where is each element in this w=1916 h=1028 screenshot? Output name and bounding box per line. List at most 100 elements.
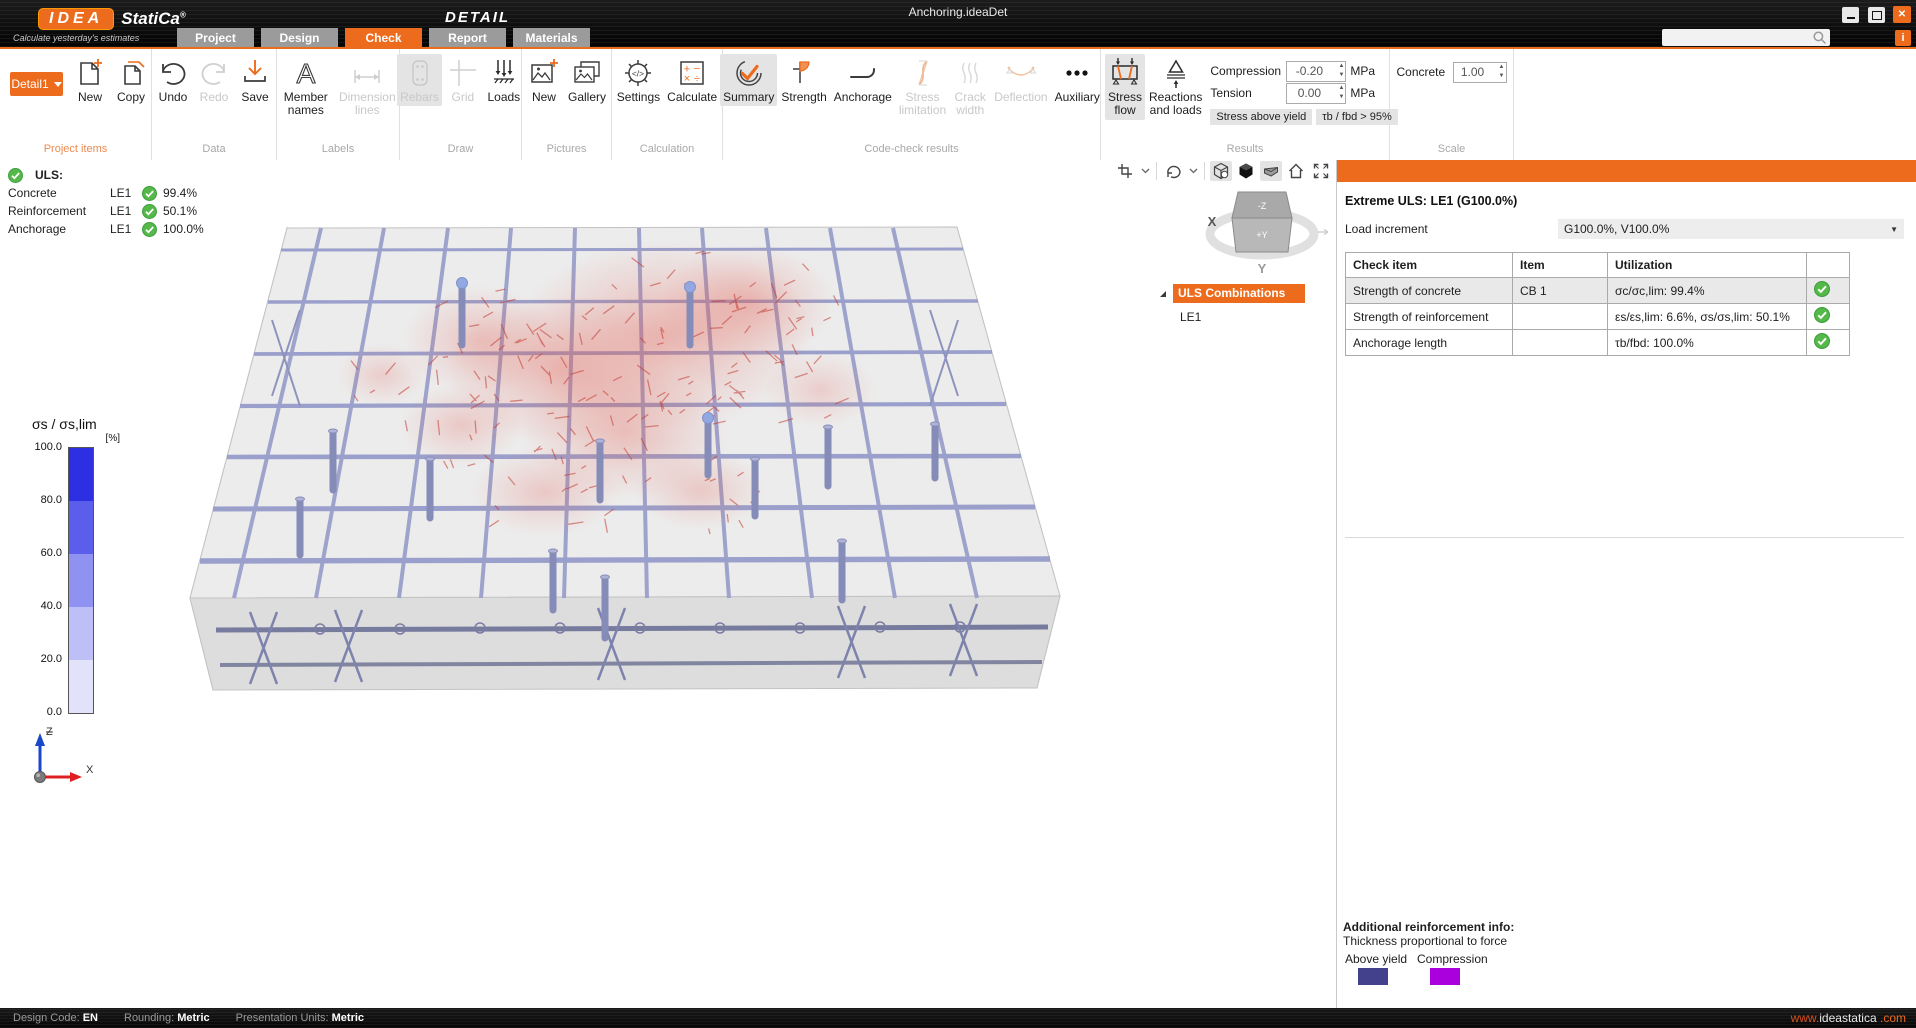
- compression-input[interactable]: [1287, 62, 1331, 81]
- member-names-button[interactable]: A Member names: [277, 54, 335, 120]
- tree-root-row[interactable]: ULS Combinations: [1158, 284, 1305, 303]
- cell-check-item: Anchorage length: [1346, 330, 1513, 356]
- reactions-button[interactable]: Reactions and loads: [1146, 54, 1205, 120]
- stress-above-yield-toggle[interactable]: Stress above yield: [1210, 109, 1312, 125]
- crop-icon: [1116, 162, 1134, 180]
- gallery-button[interactable]: Gallery: [565, 54, 609, 106]
- spinner-up-icon[interactable]: ▲: [1499, 63, 1505, 72]
- tab-check[interactable]: Check: [345, 28, 422, 47]
- tab-materials[interactable]: Materials: [513, 28, 590, 47]
- crack-width-button[interactable]: Crack width: [950, 54, 990, 120]
- ribbon-group-labels: A Member names Dimension lines Labels: [277, 49, 400, 160]
- spinner-down-icon[interactable]: ▼: [1338, 71, 1344, 80]
- clip-tool-button[interactable]: [1114, 161, 1136, 181]
- results-panel: Extreme ULS: LE1 (G100.0%) Load incremen…: [1337, 160, 1916, 1008]
- legend-tick: 0.0: [28, 706, 62, 718]
- tab-report[interactable]: Report: [429, 28, 506, 47]
- uls-item-name: Concrete: [8, 186, 104, 200]
- search-box[interactable]: [1662, 29, 1830, 46]
- search-input[interactable]: [1662, 32, 1812, 44]
- deflection-button[interactable]: Deflection: [991, 54, 1050, 106]
- legend-tick: 20.0: [28, 653, 62, 665]
- undo-button[interactable]: Undo: [153, 54, 193, 106]
- compression-stepper[interactable]: ▲▼: [1286, 61, 1346, 82]
- legend-tick: 80.0: [28, 494, 62, 506]
- tab-design[interactable]: Design: [261, 28, 338, 47]
- member-names-icon: A: [289, 56, 323, 90]
- new-picture-icon: [527, 56, 561, 90]
- ribbon-group-code-check: Summary Strength Anchorage: [723, 49, 1101, 160]
- registered-mark: ®: [180, 10, 186, 19]
- save-button[interactable]: Save: [235, 54, 275, 106]
- product-name: DETAIL: [445, 9, 510, 26]
- loads-button[interactable]: Loads: [484, 54, 524, 106]
- dimension-lines-button[interactable]: Dimension lines: [336, 54, 399, 120]
- above-yield-label: Above yield: [1345, 952, 1417, 966]
- table-row-strength-of-reinforcement[interactable]: Strength of reinforcement εs/εs,lim: 6.6…: [1346, 304, 1850, 330]
- rotate-tool-button[interactable]: [1162, 161, 1184, 181]
- uls-item-name: Reinforcement: [8, 204, 104, 218]
- stress-flow-button[interactable]: Stress flow: [1105, 54, 1145, 120]
- maximize-button[interactable]: [1868, 7, 1885, 23]
- design-code-status[interactable]: Design Code: EN: [13, 1012, 98, 1024]
- summary-button[interactable]: Summary: [720, 54, 777, 106]
- table-row-anchorage-length[interactable]: Anchorage length τb/fbd: 100.0%: [1346, 330, 1850, 356]
- cube-x-label[interactable]: X: [1208, 214, 1217, 229]
- stress-limitation-button[interactable]: Stress limitation: [896, 54, 949, 120]
- logo-statica: StatiCa®: [121, 9, 185, 29]
- cell-utilization: εs/εs,lim: 6.6%, σs/σs,lim: 50.1%: [1608, 304, 1807, 330]
- tension-input[interactable]: [1287, 84, 1331, 103]
- axis-z-label: Z: [46, 726, 53, 738]
- title-bar: Anchoring.ideaDet ✕ IDEA StatiCa® DETAIL…: [0, 0, 1916, 47]
- new-project-item-button[interactable]: New: [70, 54, 110, 106]
- picture-new-button[interactable]: New: [524, 54, 564, 106]
- minimize-button[interactable]: [1842, 7, 1859, 23]
- redo-button[interactable]: Redo: [194, 54, 234, 106]
- cube-y-label[interactable]: Y: [1258, 261, 1267, 276]
- save-icon: [238, 56, 272, 90]
- logo-idea-box: IDEA: [38, 8, 114, 30]
- rotate-right-arrow-icon[interactable]: [1318, 230, 1328, 235]
- auxiliary-button[interactable]: Auxiliary: [1052, 54, 1103, 106]
- rebars-button[interactable]: Rebars: [397, 54, 442, 106]
- expander-icon[interactable]: [1158, 289, 1167, 298]
- cube-top-label: -Z: [1258, 201, 1267, 211]
- spinner-down-icon[interactable]: ▼: [1338, 93, 1344, 102]
- grid-button[interactable]: Grid: [443, 54, 483, 106]
- legend-tick: 60.0: [28, 547, 62, 559]
- concrete-scale-stepper[interactable]: ▲▼: [1453, 62, 1507, 83]
- 3d-scene[interactable]: [0, 160, 1336, 1008]
- rounding-status[interactable]: Rounding: Metric: [124, 1012, 210, 1024]
- navigation-cube[interactable]: -Z +Y X Y: [1198, 174, 1332, 276]
- tension-stepper[interactable]: ▲▼: [1286, 83, 1346, 104]
- model-viewport[interactable]: ULS: Concrete LE1 99.4% Reinforcement LE…: [0, 160, 1337, 1008]
- spinner-up-icon[interactable]: ▲: [1338, 84, 1344, 93]
- website-link[interactable]: www.ideastatica .com: [1791, 1011, 1906, 1025]
- clip-tool-dropdown[interactable]: [1139, 161, 1151, 181]
- above-yield-swatch: [1358, 968, 1388, 985]
- check-icon: [8, 168, 23, 183]
- calculate-button[interactable]: + − × ÷ Calculate: [664, 54, 720, 106]
- detail-selector-button[interactable]: Detail1: [10, 72, 63, 96]
- strength-button[interactable]: Strength: [778, 54, 829, 106]
- concrete-scale-input[interactable]: [1454, 63, 1492, 82]
- idea-statica-detail-window: Anchoring.ideaDet ✕ IDEA StatiCa® DETAIL…: [0, 0, 1916, 1028]
- anchorage-button[interactable]: Anchorage: [831, 54, 895, 106]
- spinner-down-icon[interactable]: ▼: [1499, 72, 1505, 81]
- tree-item-le1[interactable]: LE1: [1180, 310, 1305, 324]
- copy-button[interactable]: Copy: [111, 54, 151, 106]
- summary-check-icon: [732, 56, 766, 90]
- tb-fbd-toggle[interactable]: τb / fbd > 95%: [1316, 109, 1397, 125]
- table-row-strength-of-concrete[interactable]: Strength of concrete CB 1 σc/σc,lim: 99.…: [1346, 278, 1850, 304]
- main-area: ULS: Concrete LE1 99.4% Reinforcement LE…: [0, 160, 1916, 1008]
- info-button[interactable]: i: [1895, 30, 1911, 46]
- spinner-up-icon[interactable]: ▲: [1338, 62, 1344, 71]
- settings-button[interactable]: </> Settings: [614, 54, 663, 106]
- close-button[interactable]: ✕: [1893, 6, 1911, 23]
- additional-reinforcement-info: Additional reinforcement info: Thickness…: [1343, 920, 1514, 985]
- tab-project[interactable]: Project: [177, 28, 254, 47]
- load-increment-dropdown[interactable]: G100.0%, V100.0% ▼: [1558, 219, 1904, 239]
- presentation-units-status[interactable]: Presentation Units: Metric: [236, 1012, 364, 1024]
- panel-divider: [1345, 537, 1904, 538]
- tree-root-uls-combinations[interactable]: ULS Combinations: [1173, 284, 1305, 303]
